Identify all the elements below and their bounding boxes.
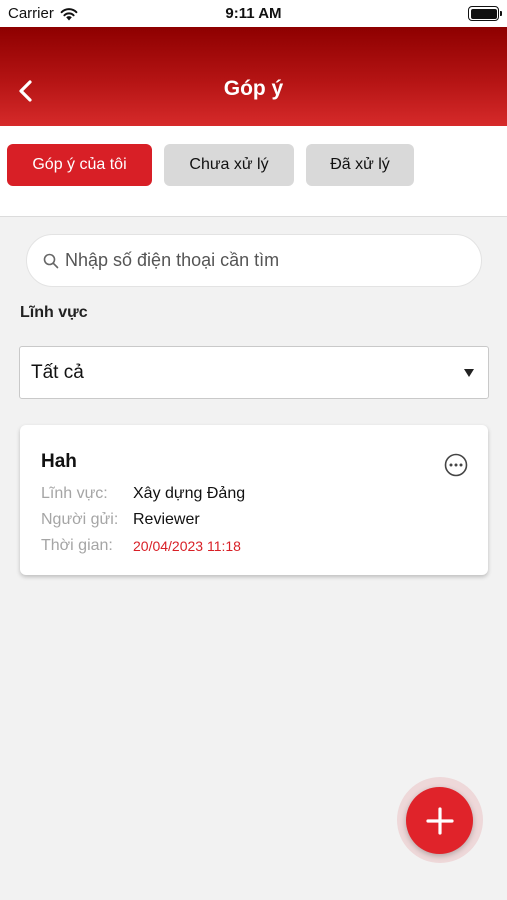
field-key: Lĩnh vực: [41, 485, 108, 502]
tab-processed[interactable]: Đã xử lý [306, 144, 414, 186]
feedback-card[interactable]: Hah Lĩnh vực: Xây dựng Đảng Người gửi: R… [20, 425, 488, 575]
more-options-icon[interactable] [444, 453, 468, 477]
app-header: Góp ý [0, 27, 507, 126]
field-select-value: Tất cả [31, 361, 84, 383]
feedback-field-row: Lĩnh vực: Xây dựng Đảng [41, 485, 245, 503]
time-key: Thời gian: [41, 537, 113, 554]
time-value: 20/04/2023 11:18 [133, 538, 241, 554]
feedback-sender-row: Người gửi: Reviewer [41, 511, 200, 529]
caret-down-icon [464, 369, 474, 377]
feedback-time-row: Thời gian: 20/04/2023 11:18 [41, 537, 241, 555]
page-title: Góp ý [223, 77, 284, 100]
plus-icon [425, 806, 454, 835]
status-bar: Carrier 9:11 AM [0, 0, 507, 27]
search-bar[interactable] [26, 234, 482, 287]
filter-label: Lĩnh vực [20, 304, 88, 321]
tab-my-feedback[interactable]: Góp ý của tôi [7, 144, 152, 186]
sender-key: Người gửi: [41, 511, 119, 528]
tab-unprocessed[interactable]: Chưa xử lý [164, 144, 294, 186]
battery-icon [468, 6, 502, 21]
field-select[interactable]: Tất cả [19, 346, 489, 399]
feedback-title: Hah [41, 451, 77, 472]
sender-value: Reviewer [133, 511, 200, 528]
field-value: Xây dựng Đảng [133, 485, 246, 502]
tabs-bar: Góp ý của tôi Chưa xử lý Đã xử lý [0, 126, 507, 217]
search-icon [43, 253, 59, 268]
status-time: 9:11 AM [225, 5, 282, 22]
search-input[interactable] [65, 250, 445, 271]
add-feedback-button[interactable] [406, 787, 473, 854]
